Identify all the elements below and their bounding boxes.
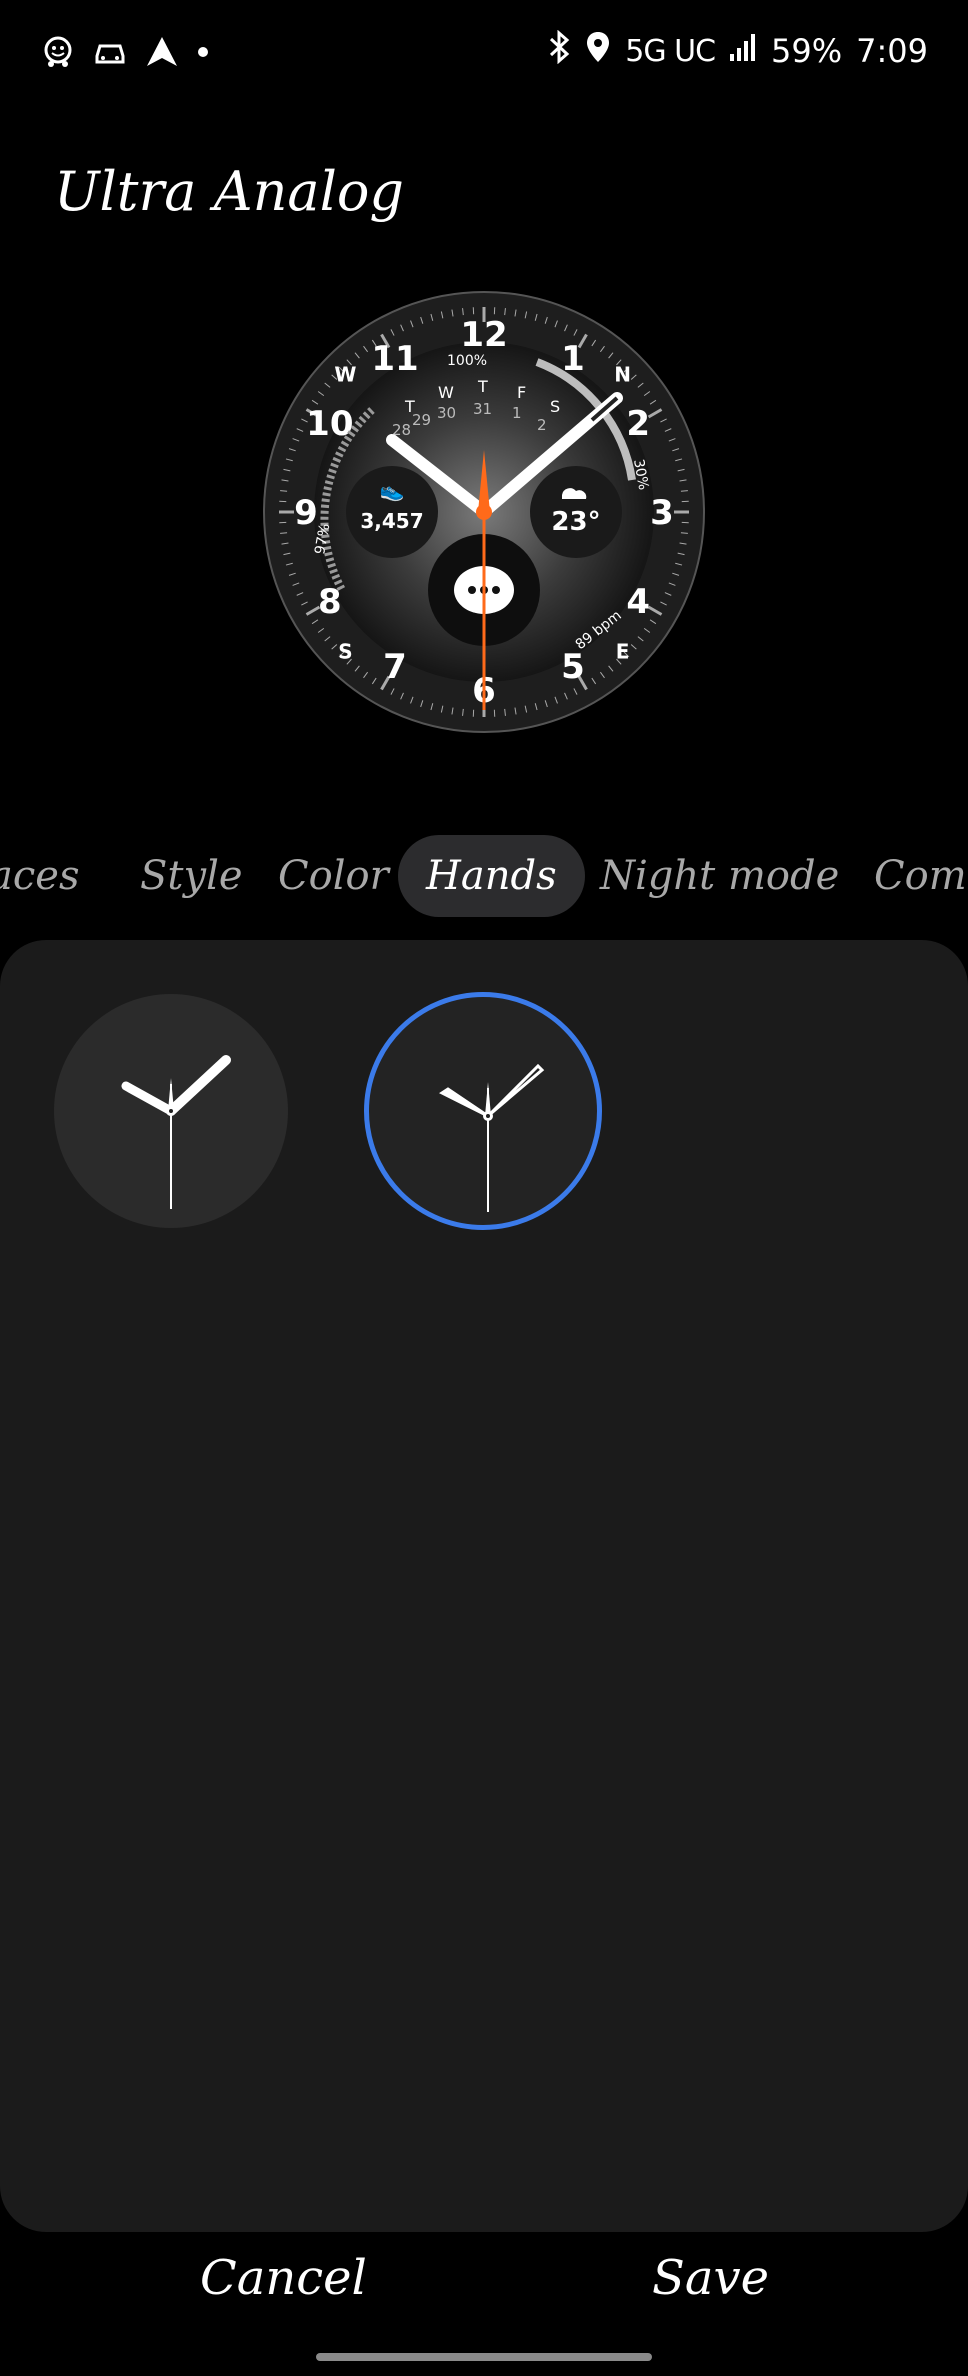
clock: 7:09	[856, 32, 928, 70]
hour-marker: 7	[383, 647, 407, 687]
cancel-button[interactable]: Cancel	[200, 2250, 367, 2306]
date-label-6: 2	[537, 416, 547, 434]
hour-marker: 9	[294, 493, 318, 533]
tab-style[interactable]: Style	[140, 835, 243, 917]
bluetooth-icon	[547, 29, 571, 72]
steps-value: 3,457	[360, 509, 423, 533]
day-label-5: S	[550, 397, 560, 416]
waze-icon	[40, 34, 76, 70]
save-button[interactable]: Save	[652, 2250, 769, 2306]
status-right: 5G UC 59% 7:09	[547, 29, 928, 72]
page-title: Ultra Analog	[54, 160, 404, 223]
customization-tabs: Faces Style Color Hands Night mode Compl…	[0, 835, 968, 917]
location-icon	[585, 30, 611, 72]
date-label-5: 1	[512, 404, 522, 422]
network-type: 5G UC	[625, 33, 716, 69]
more-notifications-dot-icon	[196, 34, 210, 70]
date-label-3: 30	[437, 404, 456, 422]
hour-marker: 4	[626, 582, 650, 622]
date-label-4: 31	[473, 400, 492, 418]
watch-face-preview: 121234567891011NESW 100% T W T F S 28 29…	[262, 290, 706, 734]
battery-level: 59%	[771, 32, 843, 70]
compass-marker: W	[334, 362, 356, 386]
day-label-2: W	[438, 383, 454, 402]
date-label-2: 29	[412, 411, 431, 429]
hour-marker: 2	[626, 404, 650, 444]
compass-marker: N	[614, 362, 631, 386]
compass-marker: S	[338, 640, 352, 664]
notification-icons	[40, 34, 210, 70]
signal-icon	[729, 32, 757, 70]
android-auto-icon	[144, 34, 180, 70]
hour-marker: 3	[650, 493, 674, 533]
tab-hands[interactable]: Hands	[398, 835, 585, 917]
day-label-4: F	[517, 383, 526, 402]
tab-night-mode[interactable]: Night mode	[600, 835, 839, 917]
temperature-value: 23°	[551, 507, 600, 537]
hands-style-1-icon	[121, 1055, 231, 1209]
car-icon	[92, 34, 128, 70]
day-label-3: T	[477, 377, 488, 396]
hour-marker: 12	[460, 315, 507, 355]
hands-style-2-icon	[439, 1063, 545, 1212]
hands-option-2[interactable]	[364, 992, 602, 1230]
home-indicator[interactable]	[316, 2353, 652, 2361]
tab-faces[interactable]: Faces	[0, 835, 80, 917]
compass-marker: E	[616, 640, 630, 664]
hour-marker: 11	[371, 339, 418, 379]
tab-color[interactable]: Color	[278, 835, 389, 917]
shoe-icon: 👟	[380, 478, 405, 502]
battery-label: 100%	[447, 353, 487, 369]
status-bar: 5G UC 59% 7:09	[0, 0, 968, 110]
hands-options-panel	[0, 940, 968, 2232]
tab-complications[interactable]: Complications	[874, 835, 968, 917]
hands-option-1[interactable]	[54, 994, 288, 1228]
